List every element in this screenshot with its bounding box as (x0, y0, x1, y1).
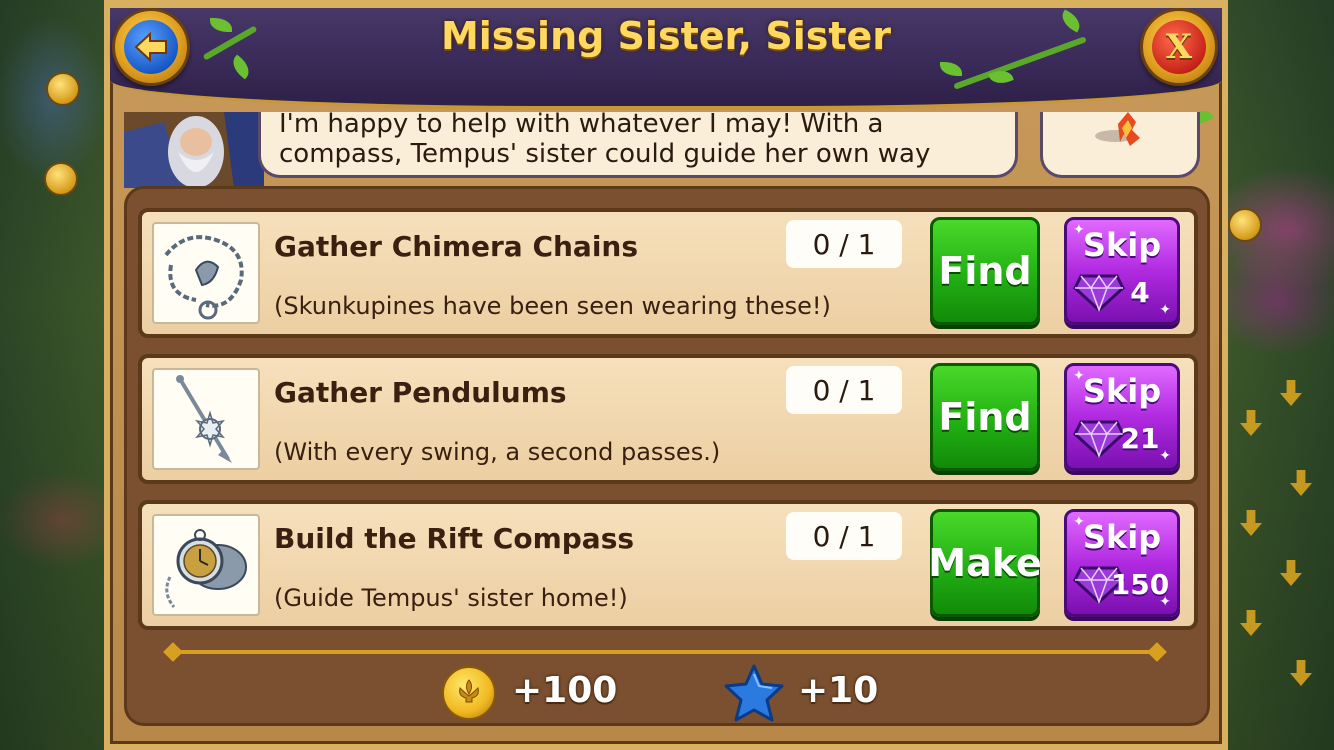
find-button-label: Find (938, 395, 1032, 439)
task-row: Gather Chimera Chains (Skunkupines have … (138, 208, 1198, 338)
world-right-edge (1224, 0, 1334, 750)
sparkle-icon: ✦ (1073, 514, 1085, 530)
make-button-label: Make (928, 541, 1042, 585)
close-button[interactable]: X (1140, 8, 1218, 86)
close-icon: X (1165, 27, 1193, 67)
sparkle-icon: ✦ (1159, 448, 1171, 464)
reward-divider (170, 650, 1160, 654)
world-coin-marker-icon[interactable] (44, 162, 78, 196)
task-row: Build the Rift Compass (Guide Tempus' si… (138, 500, 1198, 630)
back-arrow-icon (134, 32, 167, 62)
skip-button[interactable]: Skip 21 ✦ ✦ (1064, 363, 1180, 471)
task-subtitle: (With every swing, a second passes.) (274, 438, 721, 466)
back-button-face (124, 20, 178, 74)
star-icon (724, 664, 784, 722)
fire-item-icon (1095, 112, 1140, 146)
fleur-de-lis-icon (459, 679, 479, 703)
coin-reward: +100 (512, 670, 618, 711)
dialogue-text: I'm happy to help with whatever I may! W… (279, 112, 1001, 169)
chain-icon (164, 235, 244, 320)
sparkle-icon: ✦ (1073, 368, 1085, 384)
sparkle-icon: ✦ (1159, 302, 1171, 318)
pocket-watch-icon (165, 529, 247, 608)
task-progress: 0 / 1 (786, 220, 902, 268)
quest-reward-preview (1040, 112, 1200, 178)
dialogue-line-1: I'm happy to help with whatever I may! W… (279, 112, 884, 139)
quest-header: Missing Sister, Sister (110, 0, 1222, 110)
back-button[interactable] (112, 8, 190, 86)
npc-portrait (124, 112, 264, 188)
task-item-image (152, 222, 260, 324)
task-title: Gather Chimera Chains (274, 230, 639, 263)
task-row: Gather Pendulums (With every swing, a se… (138, 354, 1198, 484)
world-left-edge (0, 0, 110, 750)
task-progress: 0 / 1 (786, 366, 902, 414)
task-subtitle: (Skunkupines have been seen wearing thes… (274, 292, 831, 320)
coin-icon (442, 666, 496, 720)
header-top-band (110, 0, 1222, 8)
sparkle-icon: ✦ (1159, 594, 1171, 610)
find-button[interactable]: Find (930, 363, 1040, 471)
close-button-face: X (1152, 20, 1206, 74)
find-button-label: Find (938, 249, 1032, 293)
task-title: Gather Pendulums (274, 376, 567, 409)
task-subtitle: (Guide Tempus' sister home!) (274, 584, 628, 612)
pendulum-icon (176, 375, 232, 463)
skip-button[interactable]: Skip 150 ✦ ✦ (1064, 509, 1180, 617)
task-item-image (152, 368, 260, 470)
wizard-portrait-icon (124, 112, 264, 188)
find-button[interactable]: Find (930, 217, 1040, 325)
world-coin-marker-icon[interactable] (1228, 208, 1262, 242)
task-title: Build the Rift Compass (274, 522, 635, 555)
world-coin-marker-icon[interactable] (46, 72, 80, 106)
npc-dialogue: I'm happy to help with whatever I may! W… (258, 112, 1018, 178)
task-progress: 0 / 1 (786, 512, 902, 560)
skip-button[interactable]: Skip 4 ✦ ✦ (1064, 217, 1180, 325)
sparkle-icon: ✦ (1073, 222, 1085, 238)
task-item-image (152, 514, 260, 616)
star-reward: +10 (798, 670, 879, 711)
dialogue-line-2: compass, Tempus' sister could guide her … (279, 139, 931, 169)
make-button[interactable]: Make (928, 509, 1042, 617)
